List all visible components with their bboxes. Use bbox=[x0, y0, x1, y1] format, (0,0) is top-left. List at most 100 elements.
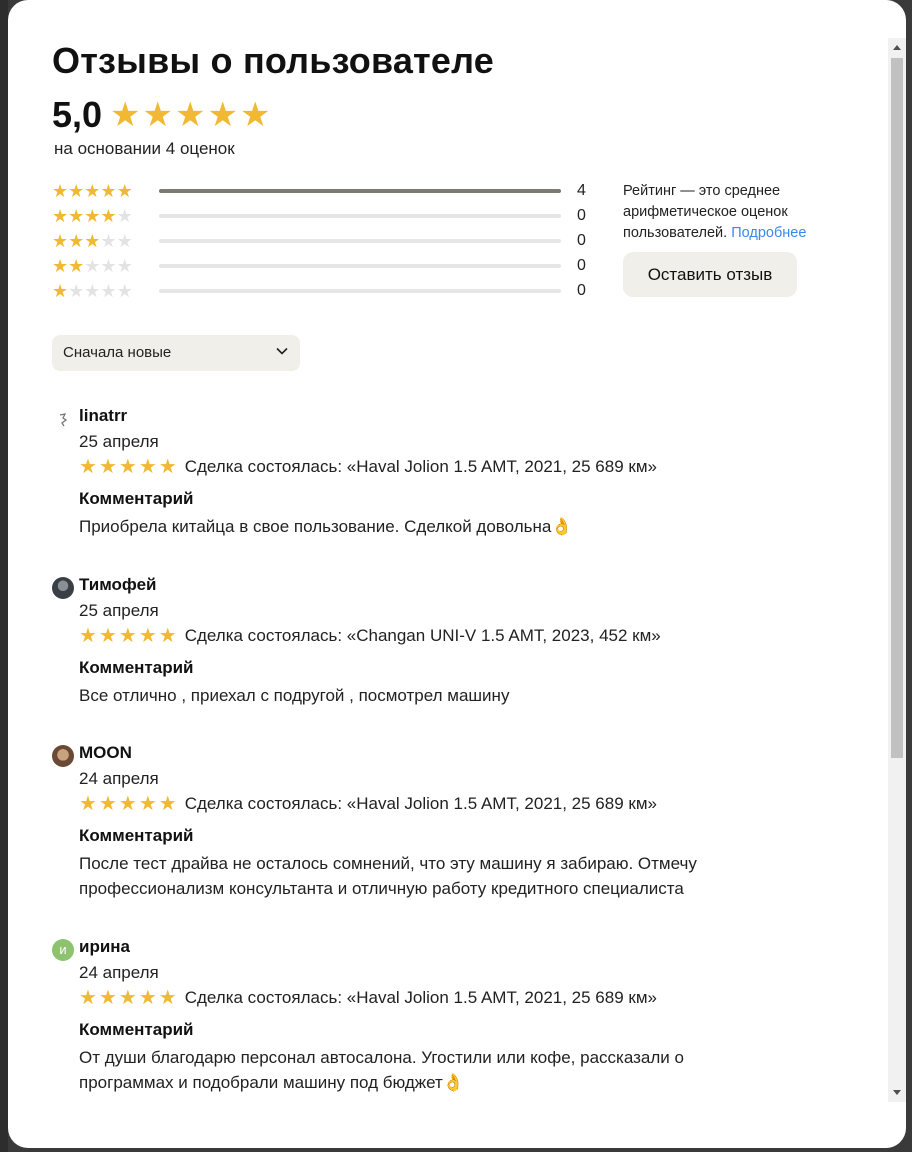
distribution-count: 0 bbox=[577, 231, 586, 249]
review-stars: ★ ★ ★ ★ ★ bbox=[79, 793, 179, 815]
star-icon: ★ bbox=[84, 230, 101, 251]
star-icon: ★ bbox=[52, 230, 69, 251]
star-icon: ★ bbox=[98, 456, 117, 478]
comment-text: После тест драйва не осталось сомнений, … bbox=[79, 854, 697, 898]
row-stars: ★★★★★ bbox=[52, 281, 152, 301]
scroll-up-icon[interactable] bbox=[893, 45, 901, 50]
star-icon: ★ bbox=[142, 96, 174, 134]
star-icon: ★ bbox=[207, 96, 238, 134]
star-icon: ★ bbox=[100, 230, 117, 251]
review-rating-line: ★ ★ ★ ★ ★ Сделка состоялась: «Haval Jolion 1.… bbox=[79, 987, 657, 1009]
average-stars: ★★★★★ bbox=[110, 95, 272, 135]
star-icon: ★ bbox=[52, 255, 69, 276]
comment-text: От души благодарю персонал автосалона. У… bbox=[79, 1048, 684, 1092]
comment-text: Приобрела китайца в свое пользование. Сд… bbox=[79, 517, 573, 536]
star-icon: ★ bbox=[52, 205, 69, 226]
scroll-thumb[interactable] bbox=[891, 58, 903, 758]
star-icon: ★ bbox=[52, 180, 69, 201]
star-icon: ★ bbox=[100, 280, 117, 301]
sort-select[interactable]: Сначала новые bbox=[52, 335, 300, 371]
review-rating-line: ★ ★ ★ ★ ★ Сделка состоялась: «Haval Jolion 1.… bbox=[79, 793, 657, 815]
avatar-letter: и bbox=[59, 942, 67, 957]
star-icon: ★ bbox=[52, 280, 69, 301]
star-icon: ★ bbox=[79, 456, 97, 478]
rating-summary: 5,0 ★★★★★ bbox=[52, 94, 272, 136]
star-icon: ★ bbox=[116, 230, 133, 251]
star-icon: ★ bbox=[98, 987, 117, 1009]
review-date: 24 апреля bbox=[79, 769, 159, 788]
modal-title: Отзывы о пользователе bbox=[52, 40, 494, 81]
distribution-bar bbox=[159, 263, 561, 268]
avatar bbox=[52, 745, 74, 767]
rating-distribution: ★★★★★ 4 ★★★★★ 0 ★★★★★ 0 ★★★★★ 0 ★★★★★ 0 bbox=[52, 178, 592, 303]
star-icon: ★ bbox=[84, 255, 101, 276]
deal-info: Сделка состоялась: «Changan UNI-V 1.5 AM… bbox=[184, 626, 661, 645]
comment-label: Комментарий bbox=[79, 1020, 194, 1039]
scrollbar[interactable] bbox=[888, 38, 906, 1102]
ratings-basis: на основании 4 оценок bbox=[54, 139, 235, 158]
sort-selected-value: Сначала новые bbox=[63, 344, 172, 361]
reviewer-name: linatrr bbox=[79, 406, 128, 425]
star-icon: ★ bbox=[100, 205, 117, 226]
star-icon: ★ bbox=[138, 793, 157, 815]
review-date: 25 апреля bbox=[79, 601, 159, 620]
star-icon: ★ bbox=[138, 987, 157, 1009]
chevron-down-icon bbox=[276, 347, 288, 355]
star-icon: ★ bbox=[68, 255, 85, 276]
deal-info: Сделка состоялась: «Haval Jolion 1.5 AMT… bbox=[184, 457, 657, 476]
star-icon: ★ bbox=[158, 793, 177, 815]
star-icon: ★ bbox=[79, 987, 97, 1009]
avatar: и bbox=[52, 939, 74, 961]
star-icon: ★ bbox=[118, 987, 137, 1009]
star-icon: ★ bbox=[138, 625, 157, 647]
distribution-count: 0 bbox=[577, 206, 586, 224]
star-icon: ★ bbox=[158, 456, 177, 478]
star-icon: ★ bbox=[79, 625, 97, 647]
star-icon: ★ bbox=[118, 456, 137, 478]
star-icon: ★ bbox=[118, 793, 137, 815]
deal-info: Сделка состоялась: «Haval Jolion 1.5 AMT… bbox=[184, 794, 657, 813]
star-icon: ★ bbox=[116, 205, 133, 226]
star-icon: ★ bbox=[158, 987, 177, 1009]
more-link[interactable]: Подробнее bbox=[731, 225, 806, 241]
modal-content: Отзывы о пользователе 5,0 ★★★★★ на основ… bbox=[52, 0, 872, 1100]
review-stars: ★ ★ ★ ★ ★ bbox=[79, 456, 179, 478]
distribution-count: 0 bbox=[577, 281, 586, 299]
reviewer-name: Тимофей bbox=[79, 575, 157, 594]
comment-text: Все отлично , приехал с подругой , посмо… bbox=[79, 686, 510, 705]
reviews-modal: Отзывы о пользователе 5,0 ★★★★★ на основ… bbox=[8, 0, 906, 1148]
star-icon: ★ bbox=[84, 280, 101, 301]
leave-review-button[interactable]: Оставить отзыв bbox=[623, 252, 797, 297]
star-icon: ★ bbox=[68, 230, 85, 251]
star-icon: ★ bbox=[98, 793, 117, 815]
distribution-bar-fill bbox=[159, 188, 561, 193]
average-score: 5,0 bbox=[52, 94, 103, 135]
distribution-row: ★★★★★ 4 bbox=[52, 178, 592, 203]
distribution-bar bbox=[159, 213, 561, 218]
avatar bbox=[52, 577, 74, 599]
star-icon: ★ bbox=[84, 180, 101, 201]
star-icon: ★ bbox=[68, 180, 85, 201]
star-icon: ★ bbox=[100, 255, 117, 276]
star-icon: ★ bbox=[116, 255, 133, 276]
reviewer-name: ирина bbox=[79, 937, 131, 956]
comment-label: Комментарий bbox=[79, 826, 194, 845]
avatar bbox=[52, 408, 74, 430]
distribution-count: 4 bbox=[577, 181, 586, 199]
distribution-row: ★★★★★ 0 bbox=[52, 278, 592, 303]
row-stars: ★★★★★ bbox=[52, 206, 152, 226]
star-icon: ★ bbox=[84, 205, 101, 226]
star-icon: ★ bbox=[175, 96, 206, 134]
star-icon: ★ bbox=[110, 96, 141, 134]
star-icon: ★ bbox=[116, 180, 133, 201]
reviewer-name: MOON bbox=[79, 743, 132, 762]
star-icon: ★ bbox=[98, 625, 117, 647]
review-rating-line: ★ ★ ★ ★ ★ Сделка состоялась: «Haval Jolion 1.… bbox=[79, 456, 657, 478]
distribution-bar bbox=[159, 188, 561, 193]
distribution-row: ★★★★★ 0 bbox=[52, 228, 592, 253]
scroll-down-icon[interactable] bbox=[893, 1090, 901, 1095]
star-icon: ★ bbox=[239, 96, 271, 134]
review-stars: ★ ★ ★ ★ ★ bbox=[79, 625, 179, 647]
star-icon: ★ bbox=[68, 205, 85, 226]
star-icon: ★ bbox=[158, 625, 177, 647]
